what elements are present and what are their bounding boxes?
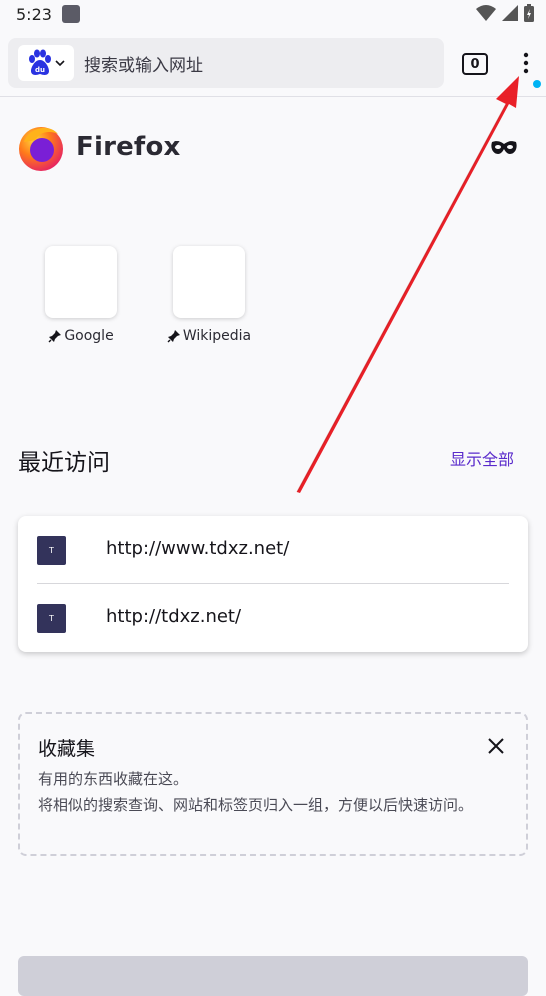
wifi-icon	[476, 5, 496, 21]
tab-counter-button[interactable]: 0	[462, 53, 488, 75]
recent-section-title: 最近访问	[18, 450, 110, 476]
status-bar: 5:23	[0, 0, 546, 30]
notification-app-icon	[62, 5, 80, 23]
shortcut-wikipedia[interactable]: Wikipedia	[164, 246, 254, 344]
chevron-down-icon	[55, 60, 65, 67]
svg-text:du: du	[35, 66, 45, 74]
collections-placeholder: 收藏集 有用的东西收藏在这。 将相似的搜索查询、网站和标签页归入一组，方便以后快…	[18, 712, 528, 856]
private-browsing-button[interactable]	[490, 138, 518, 158]
show-all-link[interactable]: 显示全部	[450, 446, 514, 470]
firefox-icon	[19, 127, 63, 171]
recent-item[interactable]: T http://tdxz.net/	[18, 584, 528, 652]
status-icons	[476, 4, 534, 22]
signal-icon	[502, 5, 518, 21]
site-favicon: T	[37, 604, 66, 633]
browser-toolbar: du 搜索或输入网址 0	[0, 36, 546, 97]
firefox-wordmark: Firefox	[76, 132, 181, 162]
collections-title: 收藏集	[38, 738, 96, 760]
shortcut-label: Google	[64, 328, 114, 344]
close-button[interactable]	[486, 736, 506, 756]
pin-icon	[167, 330, 180, 343]
shortcut-google[interactable]: Google	[36, 246, 126, 344]
menu-button[interactable]	[516, 48, 536, 78]
mask-icon	[491, 141, 517, 154]
firefox-logo: Firefox	[16, 122, 180, 172]
recent-card: T http://www.tdxz.net/ T http://tdxz.net…	[18, 516, 528, 652]
recent-url: http://www.tdxz.net/	[106, 538, 290, 559]
close-icon	[488, 738, 504, 754]
collections-line-1: 有用的东西收藏在这。	[38, 770, 189, 788]
baidu-icon: du	[29, 49, 51, 75]
status-time: 5:23	[16, 5, 52, 24]
collections-description: 有用的东西收藏在这。 将相似的搜索查询、网站和标签页归入一组，方便以后快速访问。	[38, 766, 508, 818]
recent-item[interactable]: T http://www.tdxz.net/	[18, 516, 528, 584]
collections-line-2: 将相似的搜索查询、网站和标签页归入一组，方便以后快速访问。	[38, 796, 474, 814]
recent-url: http://tdxz.net/	[106, 606, 242, 627]
more-vertical-icon	[523, 52, 529, 74]
url-bar[interactable]: du 搜索或输入网址	[8, 38, 444, 88]
menu-notification-dot	[533, 80, 541, 88]
shortcut-tile[interactable]	[45, 246, 117, 318]
site-favicon: T	[37, 536, 66, 565]
battery-icon	[524, 4, 534, 22]
shortcut-label: Wikipedia	[182, 328, 252, 344]
customize-homepage-button[interactable]	[18, 956, 528, 996]
url-placeholder: 搜索或输入网址	[84, 56, 203, 76]
pin-icon	[48, 330, 62, 343]
shortcut-tile[interactable]	[173, 246, 245, 318]
search-engine-selector[interactable]: du	[18, 45, 74, 81]
